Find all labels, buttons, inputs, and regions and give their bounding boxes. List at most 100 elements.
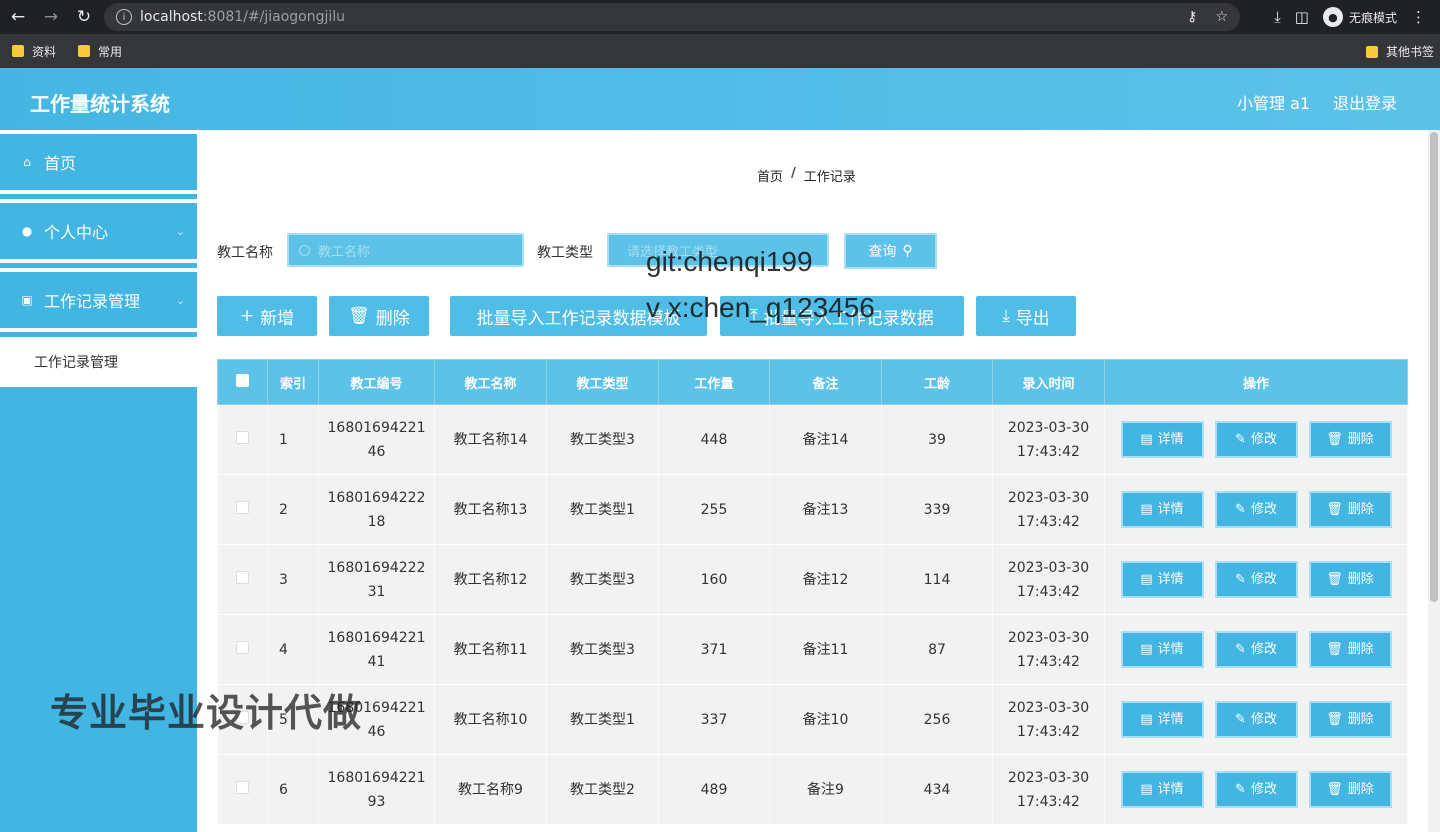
sidebar-item-label: 工作记录管理 xyxy=(44,292,141,311)
sidebar-item-profile[interactable]: ● 个人中心 ⌄ xyxy=(0,199,197,263)
row-delete-button[interactable]: 🗑 删除 xyxy=(1308,701,1392,738)
bookmark-folder[interactable]: 常用 xyxy=(78,43,122,60)
cell-ops: ▤ 详情 ✎ 修改 🗑 删除 xyxy=(1104,754,1408,825)
table-header-row: 索引 教工编号 教工名称 教工类型 工作量 备注 工龄 录入时间 操作 xyxy=(217,359,1408,405)
cell-workload: 371 xyxy=(658,614,770,685)
menu-icon[interactable]: ⋮ xyxy=(1411,8,1426,26)
edit-button[interactable]: ✎ 修改 xyxy=(1214,491,1298,528)
export-button-label: 导出 xyxy=(1015,308,1050,329)
cell-entry-time: 2023-03-30 17:43:42 xyxy=(992,544,1105,615)
search-icon: ⚲ xyxy=(902,243,913,259)
submenu-item-work-records[interactable]: 工作记录管理 xyxy=(0,337,197,387)
search-icon xyxy=(299,244,310,256)
download-icon[interactable]: ⤓ xyxy=(1274,8,1281,26)
cell-entry-time: 2023-03-30 17:43:42 xyxy=(992,614,1105,685)
other-bookmarks[interactable]: 其他书签 xyxy=(1365,43,1434,60)
detail-button[interactable]: ▤ 详情 xyxy=(1120,631,1204,668)
detail-label: 详情 xyxy=(1157,571,1184,587)
cell-code-line: 16801694222 xyxy=(327,489,426,506)
row-checkbox[interactable] xyxy=(217,614,268,685)
cell-entry-time: 2023-03-30 17:43:42 xyxy=(992,474,1105,545)
row-checkbox[interactable] xyxy=(217,544,268,615)
cell-type: 教工类型1 xyxy=(546,474,659,545)
site-info-icon[interactable]: i xyxy=(116,9,132,25)
forward-icon[interactable]: → xyxy=(36,2,66,32)
document-icon: ▤ xyxy=(1140,571,1153,587)
col-header: 索引 xyxy=(267,359,319,405)
cell-code-line: 31 xyxy=(367,583,386,600)
sidebar-item-home[interactable]: ⌂ 首页 xyxy=(0,130,197,194)
breadcrumb-home[interactable]: 首页 xyxy=(757,166,783,185)
add-button[interactable]: + 新增 xyxy=(217,296,317,336)
row-delete-button[interactable]: 🗑 删除 xyxy=(1308,491,1392,528)
trash-icon: 🗑 xyxy=(1326,781,1343,797)
logout-link[interactable]: 退出登录 xyxy=(1333,90,1397,114)
incognito-badge[interactable]: ● 无痕模式 xyxy=(1322,7,1397,27)
cell-code: 16801694221 46 xyxy=(318,404,435,475)
star-icon[interactable]: ☆ xyxy=(1215,9,1228,25)
key-icon[interactable]: ⚷ xyxy=(1187,9,1197,25)
cell-code: 16801694222 18 xyxy=(318,474,435,545)
records-table: 索引 教工编号 教工名称 教工类型 工作量 备注 工龄 录入时间 操作 1 168… xyxy=(217,359,1408,825)
bookmark-folder[interactable]: 资料 xyxy=(12,43,56,60)
watermark-cn: 专业毕业设计代做 xyxy=(50,691,363,735)
trash-icon: 🗑 xyxy=(1326,431,1343,447)
row-delete-button[interactable]: 🗑 删除 xyxy=(1308,561,1392,598)
sidebar-item-work-records[interactable]: ▣ 工作记录管理 ⌄ xyxy=(0,268,197,332)
row-delete-button[interactable]: 🗑 删除 xyxy=(1308,421,1392,458)
row-checkbox[interactable] xyxy=(217,404,268,475)
trash-icon: 🗑 xyxy=(1326,711,1343,727)
incognito-label: 无痕模式 xyxy=(1348,10,1397,25)
reload-icon[interactable]: ↻ xyxy=(69,2,99,32)
select-all-checkbox[interactable] xyxy=(217,359,268,405)
cell-name: 教工名称14 xyxy=(434,404,547,475)
edit-button[interactable]: ✎ 修改 xyxy=(1214,771,1298,808)
row-delete-button[interactable]: 🗑 删除 xyxy=(1308,771,1392,808)
cell-index: 3 xyxy=(267,544,319,615)
edit-button[interactable]: ✎ 修改 xyxy=(1214,561,1298,598)
detail-button[interactable]: ▤ 详情 xyxy=(1120,561,1204,598)
cell-time: 17:43:42 xyxy=(1017,793,1080,810)
download-icon: ⤓ xyxy=(1002,306,1010,326)
row-checkbox[interactable] xyxy=(217,754,268,825)
cell-entry-time: 2023-03-30 17:43:42 xyxy=(992,754,1105,825)
detail-button[interactable]: ▤ 详情 xyxy=(1120,701,1204,738)
edit-button[interactable]: ✎ 修改 xyxy=(1214,631,1298,668)
current-user[interactable]: 小管理 a1 xyxy=(1237,90,1310,114)
col-header: 操作 xyxy=(1104,359,1408,405)
query-button[interactable]: 查询 ⚲ xyxy=(844,233,937,269)
folder-icon xyxy=(12,45,24,57)
query-button-label: 查询 xyxy=(868,244,897,260)
cell-years: 39 xyxy=(881,404,993,475)
cell-note: 备注14 xyxy=(769,404,882,475)
sidepanel-icon[interactable]: ◫ xyxy=(1295,8,1309,26)
detail-button[interactable]: ▤ 详情 xyxy=(1120,421,1204,458)
cell-date: 2023-03-30 xyxy=(1007,559,1090,576)
scrollbar-thumb[interactable] xyxy=(1430,132,1438,602)
detail-label: 详情 xyxy=(1157,431,1184,447)
trash-icon: 🗑 xyxy=(1326,571,1343,587)
name-filter-label: 教工名称 xyxy=(217,245,273,261)
back-icon[interactable]: ← xyxy=(3,2,33,32)
delete-button[interactable]: 🗑 删除 xyxy=(329,296,429,336)
incognito-icon: ● xyxy=(1322,7,1343,27)
edit-button[interactable]: ✎ 修改 xyxy=(1214,701,1298,738)
chevron-down-icon: ⌄ xyxy=(175,225,185,238)
edit-button[interactable]: ✎ 修改 xyxy=(1214,421,1298,458)
name-search-input[interactable]: 教工名称 xyxy=(287,233,524,267)
detail-label: 详情 xyxy=(1157,501,1184,517)
row-checkbox[interactable] xyxy=(217,474,268,545)
pencil-icon: ✎ xyxy=(1235,781,1246,797)
row-delete-button[interactable]: 🗑 删除 xyxy=(1308,631,1392,668)
add-button-label: 新增 xyxy=(260,308,295,329)
cell-years: 87 xyxy=(881,614,993,685)
cell-time: 17:43:42 xyxy=(1017,513,1080,530)
export-button[interactable]: ⤓ 导出 xyxy=(976,296,1076,336)
address-bar[interactable]: i localhost:8081/#/jiaogongjilu ⚷ ☆ xyxy=(104,3,1240,31)
cell-workload: 255 xyxy=(658,474,770,545)
detail-label: 详情 xyxy=(1157,781,1184,797)
cell-years: 114 xyxy=(881,544,993,615)
detail-button[interactable]: ▤ 详情 xyxy=(1120,491,1204,528)
detail-button[interactable]: ▤ 详情 xyxy=(1120,771,1204,808)
pencil-icon: ✎ xyxy=(1235,571,1246,587)
